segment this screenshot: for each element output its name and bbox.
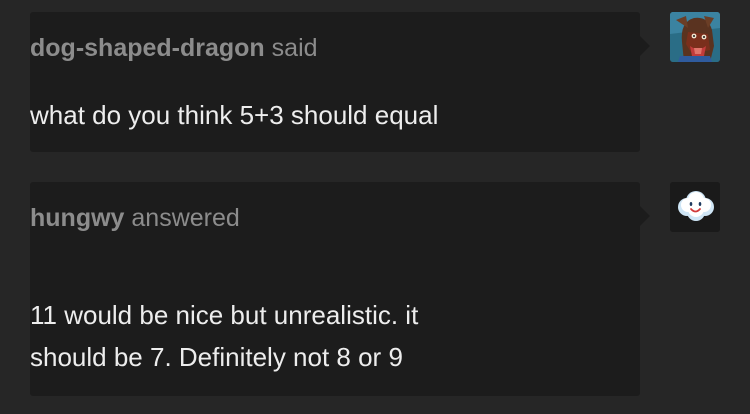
answer-message: 11 would be nice but unrealistic. it sho… — [30, 294, 590, 378]
answerer-username[interactable]: hungwy — [30, 204, 124, 232]
dog-dragon-avatar-icon — [670, 12, 720, 62]
asker-avatar[interactable] — [670, 12, 720, 62]
answer-header: hungwy answered — [30, 204, 240, 233]
ask-header: dog-shaped-dragon said — [30, 34, 318, 63]
answer-action-label: answered — [131, 204, 240, 232]
asker-username[interactable]: dog-shaped-dragon — [30, 34, 265, 62]
answerer-avatar[interactable] — [670, 182, 720, 232]
ask-action-label: said — [271, 34, 318, 62]
answer-line: 11 would be nice but unrealistic. it — [30, 300, 419, 330]
answer-line: should be 7. Definitely not 8 or 9 — [30, 342, 403, 372]
smiling-cloud-avatar-icon — [670, 182, 720, 232]
ask-message: what do you think 5+3 should equal — [30, 100, 439, 130]
